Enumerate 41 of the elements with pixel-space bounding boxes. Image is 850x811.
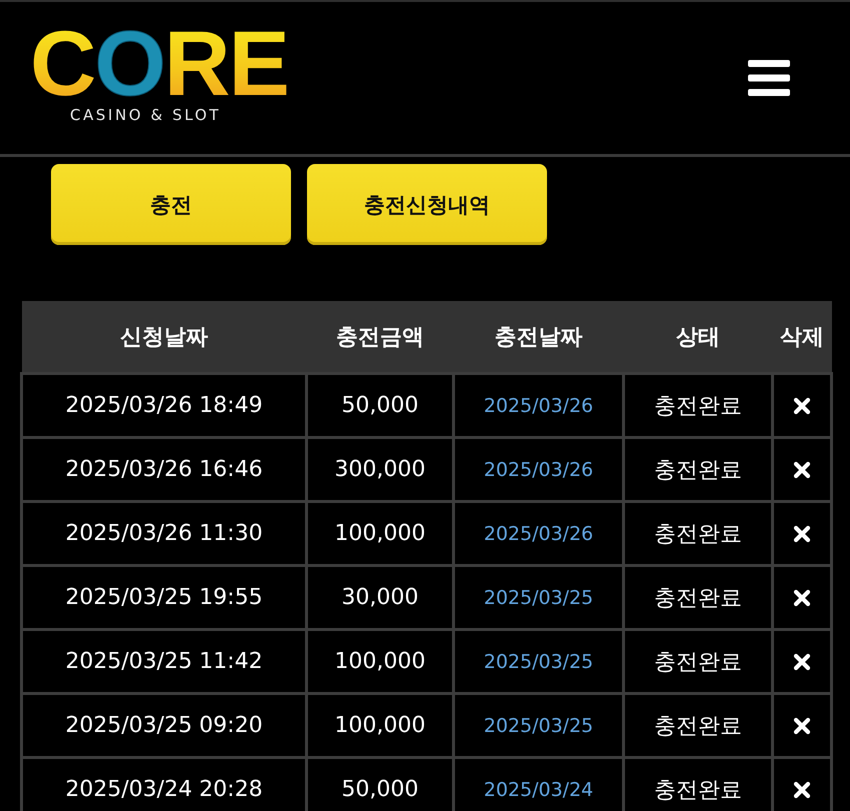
cross-icon[interactable]: [793, 396, 811, 414]
table-cell: 2025/03/26 18:49: [22, 374, 306, 438]
table-cell: 2025/03/25 11:42: [22, 630, 306, 694]
table-cell: 2025/03/25 19:55: [22, 566, 306, 630]
table-cell: 2025/03/25: [454, 694, 624, 758]
cross-icon[interactable]: [793, 460, 811, 478]
table-cell: 충전완료: [624, 374, 772, 438]
table-cell: 충전완료: [624, 438, 772, 502]
table-cell: 2025/03/25: [454, 566, 624, 630]
table-cell: 2025/03/26 16:46: [22, 438, 306, 502]
cross-icon[interactable]: [793, 524, 811, 542]
column-header: 충전금액: [306, 301, 454, 374]
table-cell: 100,000: [306, 630, 454, 694]
table-cell: 2025/03/25 09:20: [22, 694, 306, 758]
table-cell: 2025/03/26 11:30: [22, 502, 306, 566]
cross-icon[interactable]: [793, 652, 811, 670]
table-cell: 충전완료: [624, 694, 772, 758]
table-cell: 2025/03/26: [454, 374, 624, 438]
action-button[interactable]: 충전: [51, 164, 291, 245]
action-button[interactable]: 충전신청내역: [307, 164, 547, 245]
column-header: 삭제: [772, 301, 832, 374]
table-cell: 30,000: [306, 566, 454, 630]
column-header: 충전날짜: [454, 301, 624, 374]
table-cell: 충전완료: [624, 630, 772, 694]
table-cell: 2025/03/26: [454, 502, 624, 566]
table-cell: 100,000: [306, 694, 454, 758]
table-cell: 300,000: [306, 438, 454, 502]
column-header: 신청날짜: [22, 301, 306, 374]
cross-icon[interactable]: [793, 780, 811, 798]
table-cell: 충전완료: [624, 502, 772, 566]
cross-icon[interactable]: [793, 588, 811, 606]
table-cell: 50,000: [306, 374, 454, 438]
cross-icon[interactable]: [793, 716, 811, 734]
table-cell: 충전완료: [624, 566, 772, 630]
table-cell: 2025/03/25: [454, 630, 624, 694]
table-cell: 2025/03/26: [454, 438, 624, 502]
table-cell: 2025/03/24 20:28: [22, 758, 306, 811]
logo-tagline: CASINO & SLOT: [70, 106, 222, 124]
table-cell: 100,000: [306, 502, 454, 566]
menu-icon[interactable]: [748, 60, 790, 96]
column-header: 상태: [624, 301, 772, 374]
